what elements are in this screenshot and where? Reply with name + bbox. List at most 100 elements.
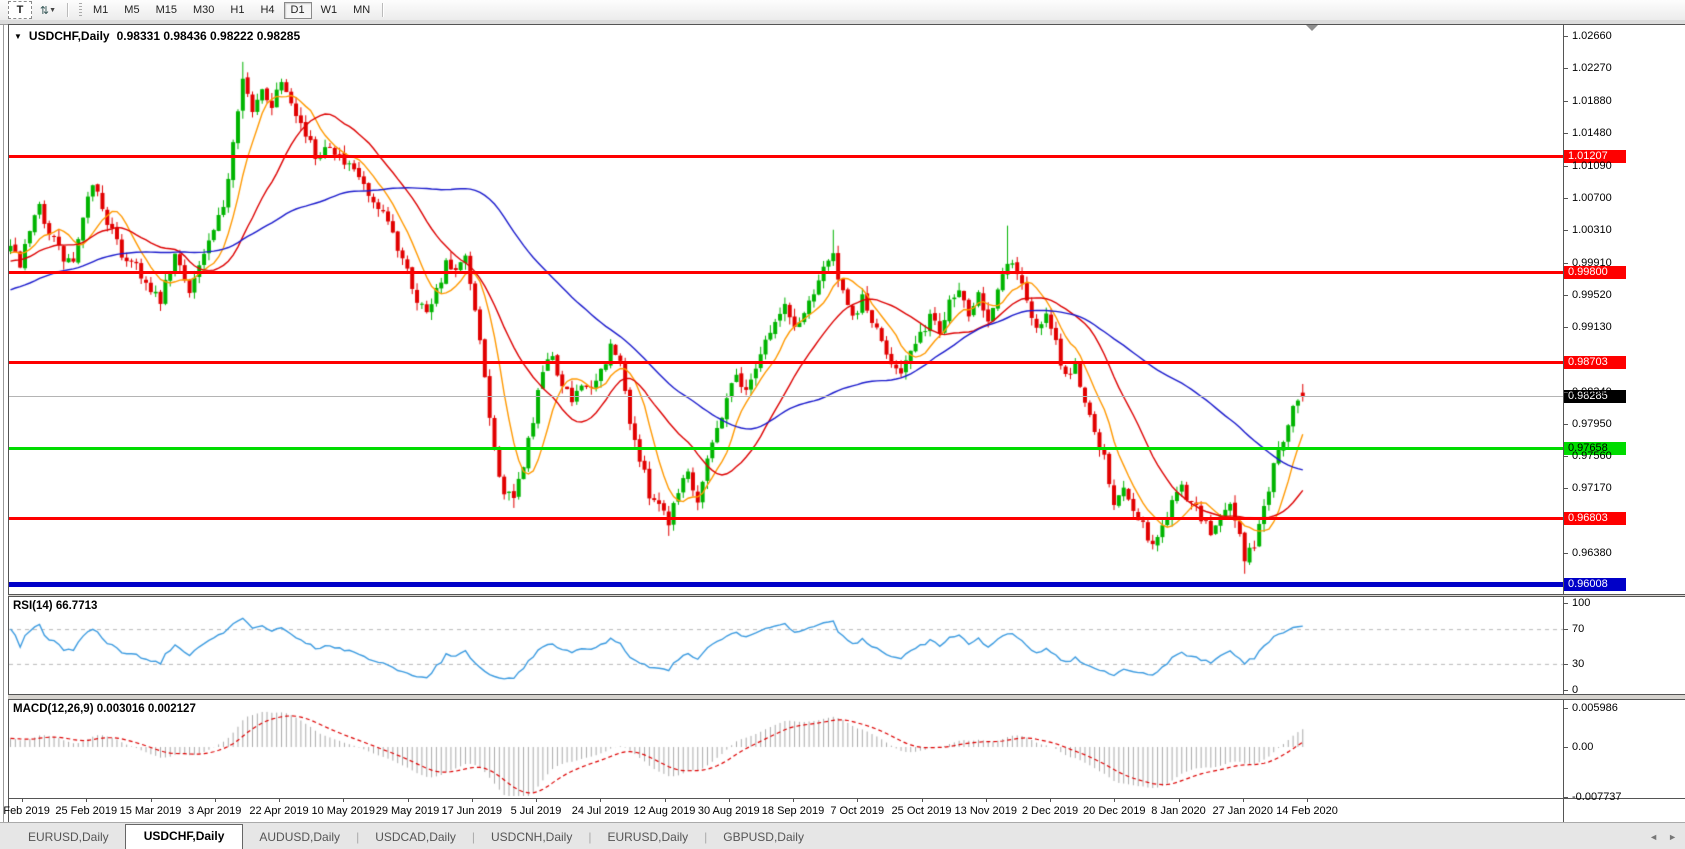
timeframe-w1[interactable]: W1 — [314, 2, 345, 19]
date-label: 6 Feb 2019 — [0, 805, 50, 817]
tab-usdchf-daily[interactable]: USDCHF,Daily — [125, 824, 244, 849]
text-tool-button[interactable]: T — [8, 1, 32, 19]
date-label: 27 Jan 2020 — [1212, 805, 1273, 817]
macd-tickmark — [1563, 797, 1568, 798]
price-ticklabel: 0.97560 — [1572, 450, 1612, 462]
macd-label: MACD(12,26,9) 0.003016 0.002127 — [13, 703, 196, 715]
chevron-down-icon: ▼ — [49, 7, 56, 14]
tab-gbpusd-daily[interactable]: GBPUSD,Daily — [707, 826, 820, 849]
date-tickmark — [922, 798, 923, 802]
price-tickmark — [1563, 263, 1568, 264]
tab-eurusd-daily[interactable]: EURUSD,Daily — [12, 826, 125, 849]
tab-scroll-right-icon[interactable]: ► — [1668, 832, 1677, 842]
price-tickmark — [1563, 553, 1568, 554]
price-ticklabel: 1.02270 — [1572, 62, 1612, 74]
date-label: 25 Oct 2019 — [892, 805, 952, 817]
hline-0.98285[interactable] — [9, 396, 1563, 397]
time-axis-line — [8, 798, 1685, 799]
price-ticklabel: 0.99910 — [1572, 257, 1612, 269]
price-tickmark — [1563, 68, 1568, 69]
tab-scroll-left-icon[interactable]: ◄ — [1649, 832, 1658, 842]
rsi-tickmark — [1563, 690, 1568, 691]
date-tickmark — [1114, 798, 1115, 802]
hline-0.99800[interactable] — [9, 271, 1563, 274]
arrange-windows-button[interactable]: ⇅ ▼ — [34, 1, 62, 19]
rsi-tickmark — [1563, 664, 1568, 665]
date-label: 17 Jun 2019 — [441, 805, 502, 817]
timeframe-group: M1M5M15M30H1H4D1W1MN — [85, 2, 378, 19]
price-tickmark — [1563, 166, 1568, 167]
hline-0.98703[interactable] — [9, 361, 1563, 364]
price-ticklabel: 0.99130 — [1572, 321, 1612, 333]
symbol-title: USDCHF,Daily — [29, 29, 110, 43]
date-tickmark — [857, 798, 858, 802]
price-tickmark — [1563, 101, 1568, 102]
timeframe-d1[interactable]: D1 — [284, 2, 312, 19]
toolbar-separator — [67, 3, 69, 17]
timeframe-m1[interactable]: M1 — [86, 2, 115, 19]
rsi-tickmark — [1563, 603, 1568, 604]
price-ticklabel: 1.00700 — [1572, 192, 1612, 204]
date-label: 24 Jul 2019 — [572, 805, 629, 817]
price-tag-0.96803: 0.96803 — [1564, 512, 1626, 525]
hline-0.96803[interactable] — [9, 517, 1563, 520]
tab-eurusd-daily[interactable]: EURUSD,Daily — [591, 826, 704, 849]
date-label: 10 May 2019 — [311, 805, 375, 817]
macd-ticklabel: 0.005986 — [1572, 702, 1618, 714]
tab-scroll-buttons: ◄ ► — [1649, 832, 1677, 842]
ohlc-values: 0.98331 0.98436 0.98222 0.98285 — [117, 29, 301, 43]
toolbar-grip[interactable] — [79, 3, 82, 17]
price-ticklabel: 1.01480 — [1572, 127, 1612, 139]
date-tickmark — [1307, 798, 1308, 802]
date-tickmark — [279, 798, 280, 802]
price-ticklabel: 0.97950 — [1572, 418, 1612, 430]
mt4-window: T ⇅ ▼ M1M5M15M30H1H4D1W1MN ▼ USDCHF,Dail… — [0, 0, 1685, 849]
date-label: 18 Sep 2019 — [762, 805, 824, 817]
date-label: 15 Mar 2019 — [120, 805, 182, 817]
price-tickmark — [1563, 230, 1568, 231]
date-label: 3 Apr 2019 — [188, 805, 241, 817]
date-label: 7 Oct 2019 — [830, 805, 884, 817]
price-tag-0.98703: 0.98703 — [1564, 356, 1626, 369]
date-tickmark — [536, 798, 537, 802]
tab-usdcnh-daily[interactable]: USDCNH,Daily — [475, 826, 588, 849]
tab-usdcad-daily[interactable]: USDCAD,Daily — [359, 826, 472, 849]
timeframe-m30[interactable]: M30 — [186, 2, 221, 19]
macd-canvas[interactable] — [9, 700, 1563, 798]
date-tickmark — [729, 798, 730, 802]
price-tickmark — [1563, 295, 1568, 296]
date-label: 20 Dec 2019 — [1083, 805, 1145, 817]
date-tickmark — [1243, 798, 1244, 802]
macd-tickmark — [1563, 747, 1568, 748]
date-tickmark — [408, 798, 409, 802]
price-tickmark — [1563, 488, 1568, 489]
hline-0.96008[interactable] — [9, 582, 1563, 587]
timeframe-h1[interactable]: H1 — [223, 2, 251, 19]
rsi-canvas[interactable] — [9, 597, 1563, 694]
date-tickmark — [600, 798, 601, 802]
date-label: 5 Jul 2019 — [511, 805, 562, 817]
timeframe-mn[interactable]: MN — [346, 2, 377, 19]
price-tickmark — [1563, 327, 1568, 328]
timeframe-h4[interactable]: H4 — [253, 2, 281, 19]
price-ticklabel: 1.01880 — [1572, 95, 1612, 107]
timeframe-m15[interactable]: M15 — [149, 2, 184, 19]
hline-1.01207[interactable] — [9, 155, 1563, 158]
date-tickmark — [793, 798, 794, 802]
main-chart-canvas[interactable] — [9, 25, 1563, 594]
chart-menu-icon[interactable]: ▼ — [14, 32, 22, 41]
chart-shift-marker[interactable] — [1306, 25, 1318, 31]
chart-header: ▼ USDCHF,Daily 0.98331 0.98436 0.98222 0… — [14, 29, 300, 43]
date-tickmark — [1179, 798, 1180, 802]
date-tickmark — [151, 798, 152, 802]
hline-0.97658[interactable] — [9, 447, 1563, 450]
date-tickmark — [1050, 798, 1051, 802]
timeframe-m5[interactable]: M5 — [117, 2, 146, 19]
price-tag-0.96008: 0.96008 — [1564, 578, 1626, 591]
rsi-tickmark — [1563, 629, 1568, 630]
price-ticklabel: 1.01090 — [1572, 160, 1612, 172]
date-tickmark — [343, 798, 344, 802]
macd-ticklabel: 0.00 — [1572, 741, 1593, 753]
arrange-icon: ⇅ — [40, 4, 47, 17]
tab-audusd-daily[interactable]: AUDUSD,Daily — [243, 826, 356, 849]
